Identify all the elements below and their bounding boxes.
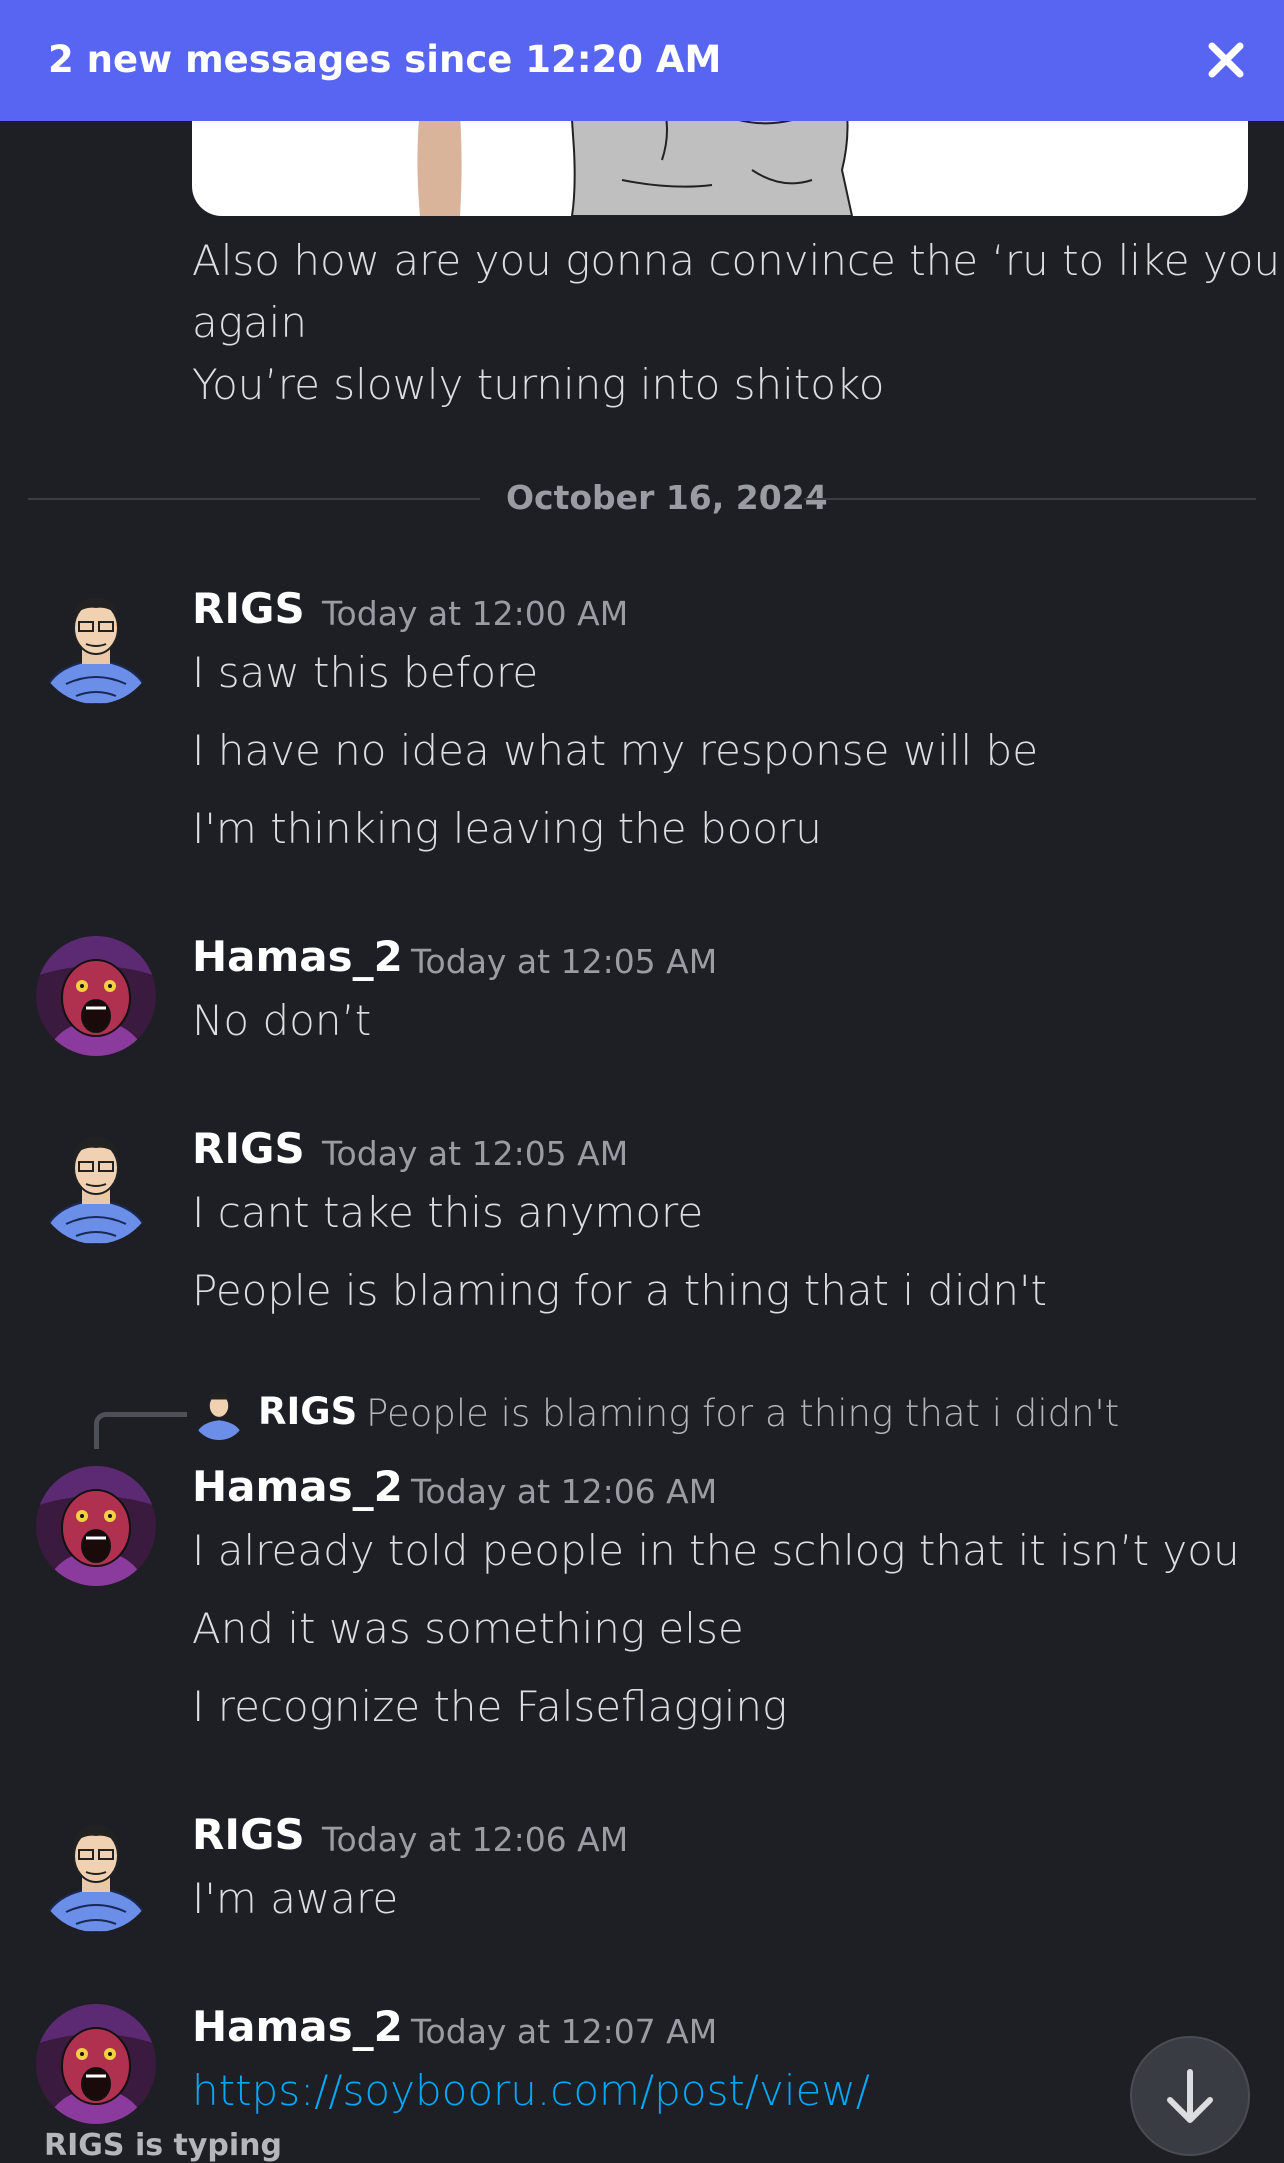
message-text: I recognize the Falseflagging [192,1682,788,1731]
message-author[interactable]: Hamas_2 [192,1462,403,1511]
message-timestamp: Today at 12:05 AM [411,942,718,981]
message-text: I'm thinking leaving the booru [192,804,822,853]
reply-text[interactable]: People is blaming for a thing that i did… [366,1392,1119,1435]
message-text: I cant take this anymore [192,1188,704,1237]
message-link[interactable]: https://soybooru.com/post/view/ [192,2066,870,2115]
new-messages-text: 2 new messages since 12:20 AM [48,38,722,81]
scroll-to-bottom-button[interactable] [1130,2036,1250,2156]
message-text: And it was something else [192,1604,744,1653]
message-author[interactable]: RIGS [192,1810,305,1859]
message-text: I'm aware [192,1874,399,1923]
date-divider: October 16, 2024 [506,478,828,517]
arrow-down-icon [1167,2069,1213,2123]
message-text: No don’t [192,996,372,1045]
message-author[interactable]: Hamas_2 [192,932,403,981]
date-divider-line [804,498,1256,500]
date-divider-line [28,498,480,500]
rigs-avatar[interactable] [36,1812,156,1932]
hamas-avatar[interactable] [36,1466,156,1586]
message-timestamp: Today at 12:06 AM [322,1820,629,1859]
message-text: again [192,298,307,347]
message-timestamp: Today at 12:07 AM [411,2012,718,2051]
message-text: I already told people in the schlog that… [192,1526,1240,1575]
rigs-avatar[interactable] [36,1124,156,1244]
message-author[interactable]: Hamas_2 [192,2002,403,2051]
new-messages-banner[interactable]: 2 new messages since 12:20 AM [0,0,1284,121]
rigs-avatar[interactable] [36,584,156,704]
reply-author[interactable]: RIGS [258,1390,357,1433]
close-icon[interactable] [1202,36,1250,84]
hamas-avatar[interactable] [36,2004,156,2124]
message-timestamp: Today at 12:00 AM [322,594,629,633]
message-author[interactable]: RIGS [192,584,305,633]
reply-avatar[interactable] [192,1386,246,1440]
message-text: I saw this before [192,648,539,697]
message-timestamp: Today at 12:05 AM [322,1134,629,1173]
message-author[interactable]: RIGS [192,1124,305,1173]
message-text: You’re slowly turning into shitoko [192,360,885,409]
message-timestamp: Today at 12:06 AM [411,1472,718,1511]
typing-indicator: RIGS is typing [44,2128,283,2163]
message-text: Also how are you gonna convince the ‘ru … [192,236,1281,285]
hamas-avatar[interactable] [36,936,156,1056]
reply-connector [94,1412,187,1449]
message-text: People is blaming for a thing that i did… [192,1266,1048,1315]
message-text: I have no idea what my response will be [192,726,1039,775]
